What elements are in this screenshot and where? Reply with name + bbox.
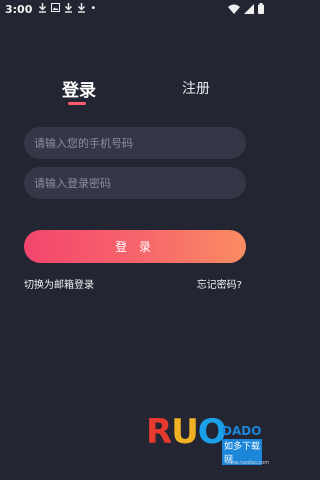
system-icons xyxy=(228,3,264,17)
phone-field[interactable] xyxy=(24,127,246,159)
image-icon xyxy=(51,3,61,15)
notification-dot: • xyxy=(90,3,97,14)
forgot-password-link[interactable]: 忘记密码? xyxy=(197,276,242,291)
login-button[interactable]: 登 录 xyxy=(24,230,246,263)
watermark-dado: DADO 如多下载网 xyxy=(222,424,262,465)
wifi-icon xyxy=(228,4,240,17)
battery-icon xyxy=(258,3,264,17)
switch-to-email-login-link[interactable]: 切换为邮箱登录 xyxy=(24,276,94,291)
signal-icon xyxy=(244,3,254,17)
tab-login[interactable]: 登录 xyxy=(62,76,96,101)
auth-tabs: 登录 注册 xyxy=(0,76,270,106)
status-bar: 3:00 • xyxy=(0,0,270,18)
tab-register[interactable]: 注册 xyxy=(182,78,210,98)
download-icon xyxy=(77,2,86,16)
watermark-letters: RUO xyxy=(146,412,227,452)
watermark-logo: RUO DADO 如多下载网 www.ruodao.com xyxy=(146,412,269,472)
watermark-url: www.ruodao.com xyxy=(226,460,270,466)
password-field[interactable] xyxy=(24,167,246,199)
notification-icons: • xyxy=(38,2,97,16)
status-time: 3:00 xyxy=(5,2,33,16)
phone-input[interactable] xyxy=(24,127,246,159)
download-icon xyxy=(64,2,73,16)
password-input[interactable] xyxy=(24,167,246,199)
download-icon xyxy=(38,2,47,16)
active-tab-indicator xyxy=(68,102,86,105)
